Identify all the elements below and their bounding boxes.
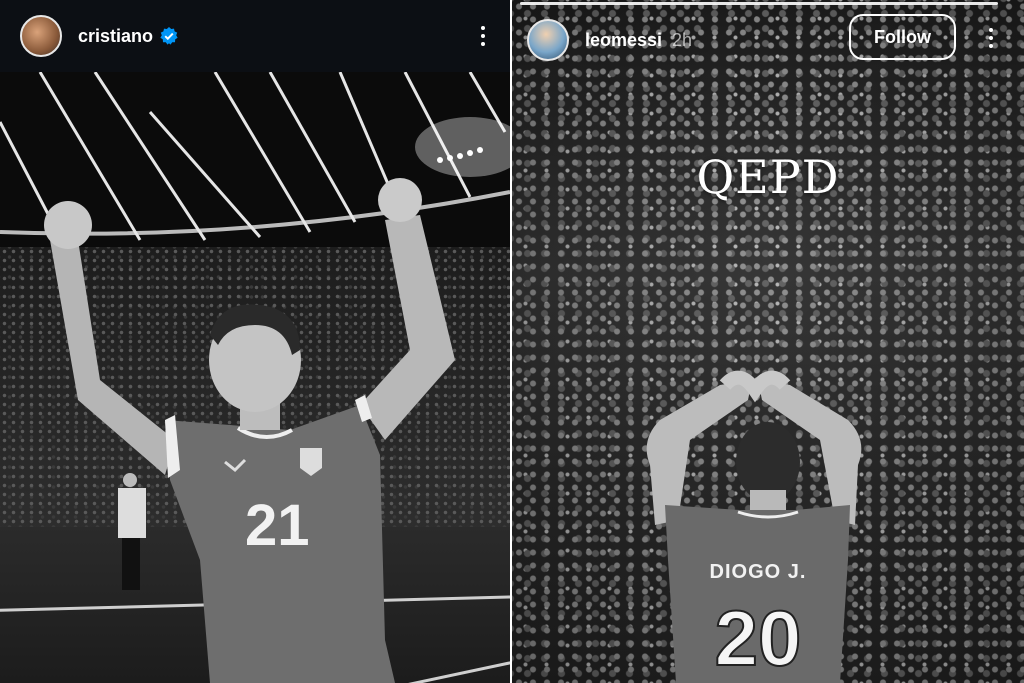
avatar[interactable] <box>527 19 569 61</box>
username[interactable]: cristiano <box>78 26 153 47</box>
story-progress-bar <box>520 2 998 5</box>
verified-badge-icon <box>160 27 178 45</box>
player-celebrating: 21 <box>44 178 455 683</box>
timestamp: 2h <box>672 29 693 50</box>
story-panel-left: 21 cristiano <box>0 0 510 683</box>
more-vertical-icon[interactable] <box>979 26 1003 50</box>
jersey-number: 20 <box>715 594 802 682</box>
follow-button[interactable]: Follow <box>849 14 956 60</box>
avatar[interactable] <box>20 15 62 57</box>
story-header-left: cristiano <box>0 0 510 72</box>
username[interactable]: leomessi <box>585 30 662 51</box>
jersey-name: DIOGO J. <box>710 561 807 583</box>
more-vertical-icon[interactable] <box>471 24 495 48</box>
jersey-number: 21 <box>245 493 310 558</box>
player-heart-gesture: DIOGO J. 20 <box>646 370 862 683</box>
